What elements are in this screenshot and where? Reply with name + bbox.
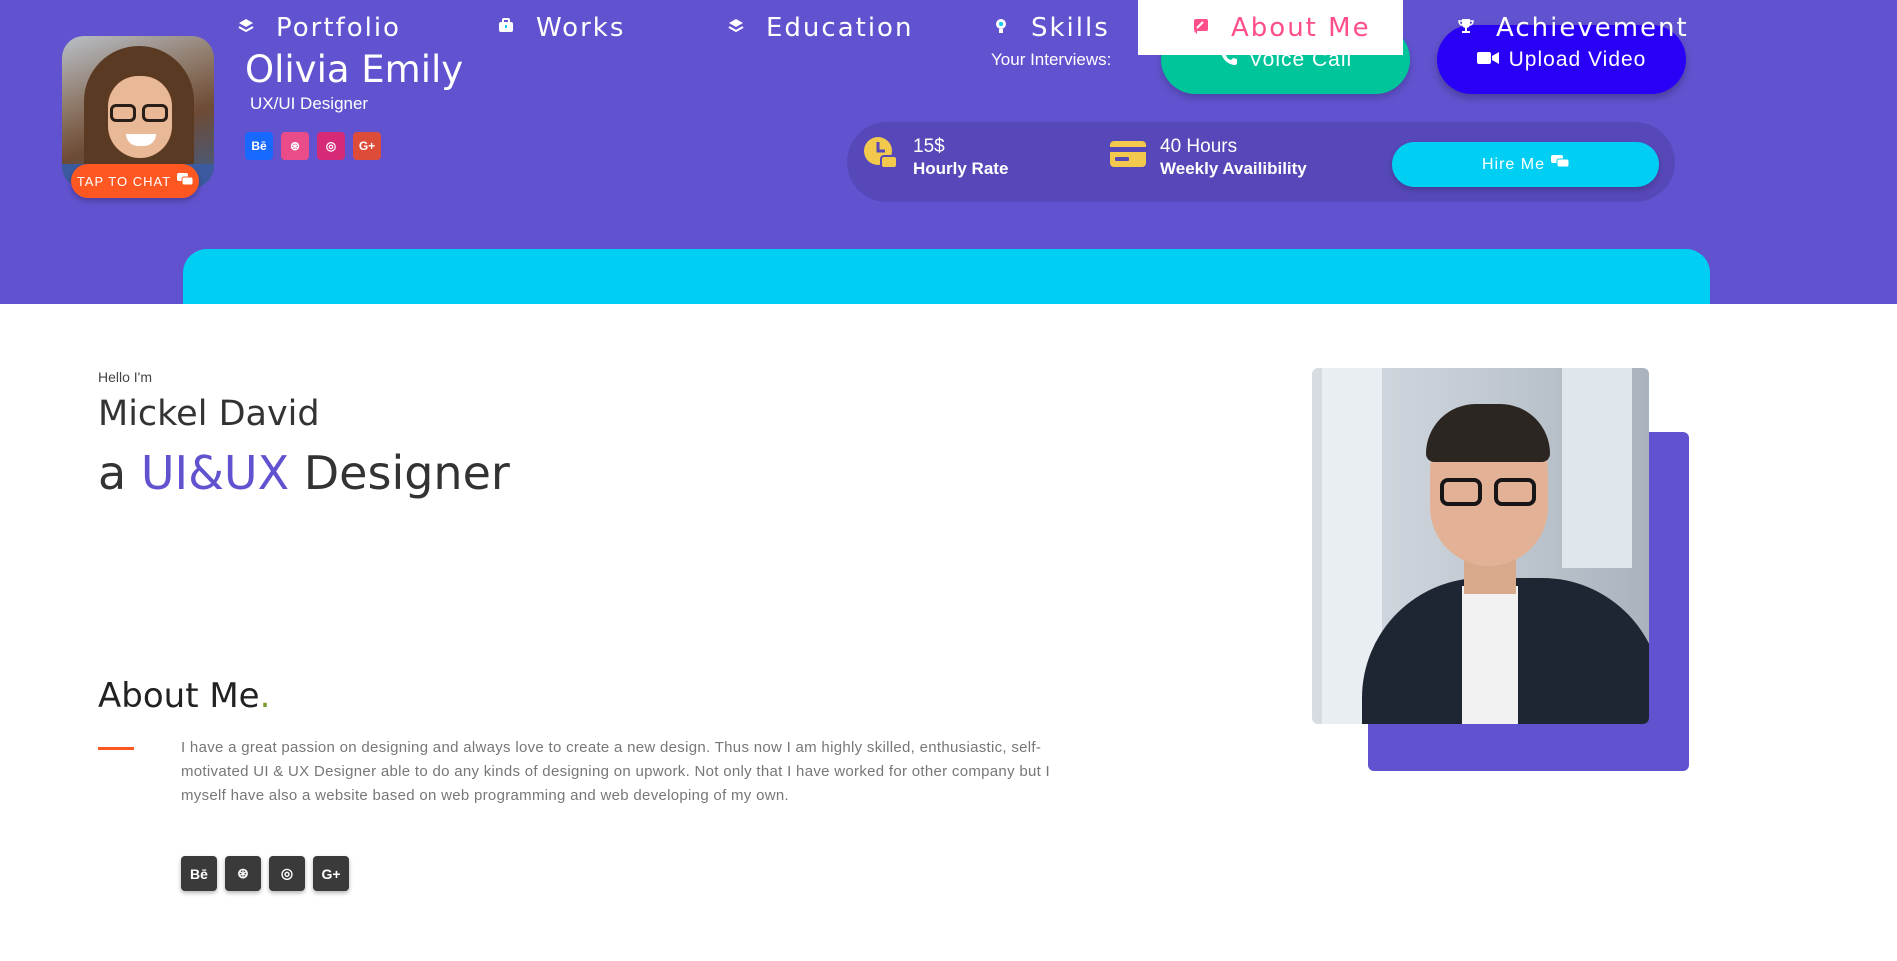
instagram-icon[interactable]: ◎	[269, 856, 305, 891]
clock-chat-icon	[863, 136, 899, 172]
behance-icon[interactable]: Bē	[181, 856, 217, 891]
hire-me-label: Hire Me	[1481, 155, 1545, 173]
edit-icon	[1193, 18, 1209, 38]
tab-education[interactable]: Education	[673, 0, 963, 55]
tab-works-label: Works	[536, 12, 626, 43]
about-paragraph: I have a great passion on designing and …	[181, 739, 1051, 804]
main-title: a UI&UX Designer	[98, 446, 510, 500]
weekly-hours-label: Weekly Availibility	[1160, 159, 1307, 178]
hourly-rate-value: 15$	[913, 136, 945, 157]
title-suffix: Designer	[303, 446, 510, 500]
weekly-availability-stat: 40 Hours Weekly Availibility	[1110, 136, 1307, 180]
tab-works[interactable]: Works	[443, 0, 673, 55]
hourly-rate-label: Hourly Rate	[913, 159, 1009, 178]
dribbble-icon[interactable]: ⊛	[281, 132, 309, 160]
tab-education-label: Education	[766, 12, 914, 43]
tab-skills-label: Skills	[1031, 12, 1110, 43]
hello-text: Hello I'm	[98, 369, 153, 385]
tab-achievement-label: Achievement	[1496, 12, 1689, 43]
tab-skills[interactable]: Skills	[938, 0, 1138, 55]
main-name: Mickel David	[98, 394, 320, 434]
profile-role: UX/UI Designer	[250, 94, 369, 113]
profile-photo	[1312, 368, 1649, 724]
google-plus-icon[interactable]: G+	[353, 132, 381, 160]
card-icon	[1110, 136, 1146, 172]
about-heading-dot: .	[259, 676, 271, 716]
tab-achievement[interactable]: Achievement	[1403, 0, 1710, 55]
trophy-icon	[1458, 18, 1474, 38]
lightbulb-icon	[993, 18, 1009, 38]
chat-icon	[1551, 155, 1570, 174]
tab-about-me[interactable]: About Me	[1138, 0, 1403, 55]
about-social-links: Bē ⊛ ◎ G+	[181, 856, 349, 891]
hourly-rate-stat: 15$ Hourly Rate	[863, 136, 1008, 180]
tab-portfolio[interactable]: Portfolio	[183, 0, 443, 55]
instagram-icon[interactable]: ◎	[317, 132, 345, 160]
tap-to-chat-button[interactable]: TAP TO CHAT	[71, 164, 199, 198]
about-heading: About Me.	[98, 676, 270, 716]
layers-icon	[728, 18, 744, 38]
chat-icon	[177, 172, 194, 190]
about-divider	[98, 747, 134, 750]
layers-icon	[238, 18, 254, 38]
briefcase-icon	[498, 17, 514, 38]
chat-button-label: TAP TO CHAT	[76, 173, 172, 189]
hire-me-button[interactable]: Hire Me	[1392, 142, 1659, 187]
weekly-hours-value: 40 Hours	[1160, 136, 1238, 157]
section-tabs	[183, 249, 1710, 304]
tab-about-me-label: About Me	[1231, 12, 1371, 43]
dribbble-icon[interactable]: ⊛	[225, 856, 261, 891]
behance-icon[interactable]: Bē	[245, 132, 273, 160]
about-heading-text: About Me	[98, 676, 260, 716]
title-accent: UI&UX	[140, 446, 290, 500]
google-plus-icon[interactable]: G+	[313, 856, 349, 891]
tab-portfolio-label: Portfolio	[276, 12, 401, 43]
profile-social-links: Bē ⊛ ◎ G+	[245, 132, 381, 160]
title-prefix: a	[98, 446, 127, 500]
